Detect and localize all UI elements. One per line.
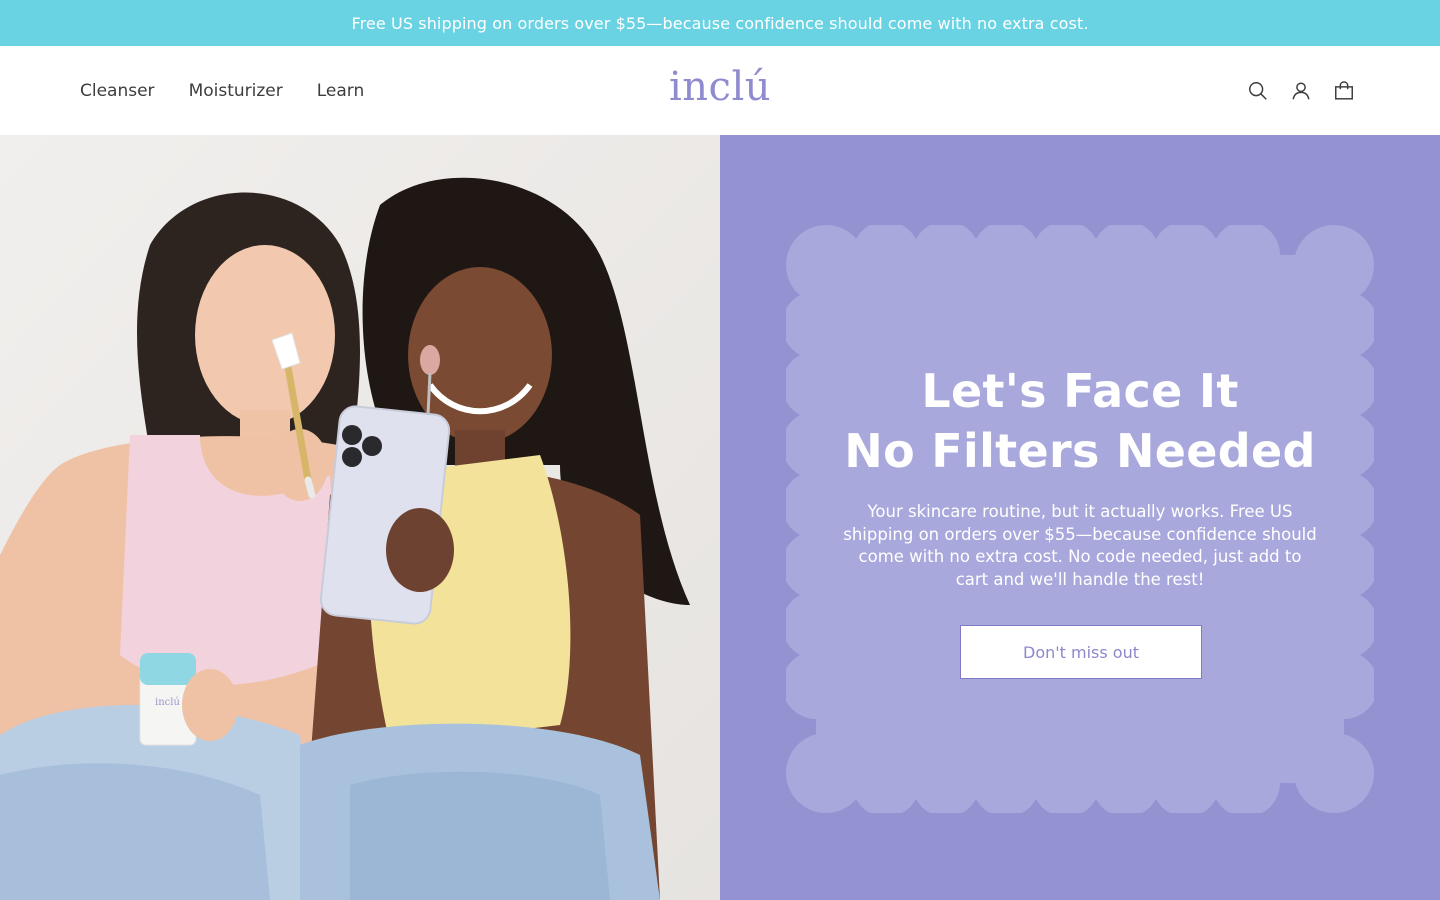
- hero-title-line-2: No Filters Needed: [844, 424, 1316, 478]
- site-header: Cleanser Moisturizer Learn inclú: [0, 46, 1440, 135]
- announcement-text: Free US shipping on orders over $55—beca…: [351, 13, 1089, 33]
- announcement-bar: Free US shipping on orders over $55—beca…: [0, 0, 1440, 46]
- nav-link-cleanser[interactable]: Cleanser: [80, 81, 155, 101]
- hero-section: inclú Let's Face It No Filters Needed Yo…: [0, 135, 1440, 900]
- nav-link-moisturizer[interactable]: Moisturizer: [189, 81, 283, 101]
- jar-label: inclú: [155, 697, 180, 708]
- hero-title-line-1: Let's Face It: [921, 364, 1239, 418]
- cart-icon[interactable]: [1332, 79, 1356, 103]
- hero-title: Let's Face It No Filters Needed: [840, 361, 1320, 481]
- hero-description: Your skincare routine, but it actually w…: [843, 502, 1317, 589]
- hero-promo-panel: Let's Face It No Filters Needed Your ski…: [720, 135, 1440, 900]
- brand-logo[interactable]: inclú: [669, 64, 771, 110]
- hero-copy: Let's Face It No Filters Needed Your ski…: [840, 361, 1320, 591]
- dont-miss-out-button[interactable]: Don't miss out: [960, 625, 1202, 679]
- search-icon[interactable]: [1246, 79, 1270, 103]
- hero-image: inclú: [0, 135, 720, 900]
- main-nav: Cleanser Moisturizer Learn: [80, 46, 398, 135]
- account-icon[interactable]: [1289, 79, 1313, 103]
- hero-photo-illustration: inclú: [0, 135, 720, 900]
- nav-link-learn[interactable]: Learn: [317, 81, 365, 101]
- header-actions: [1227, 46, 1356, 135]
